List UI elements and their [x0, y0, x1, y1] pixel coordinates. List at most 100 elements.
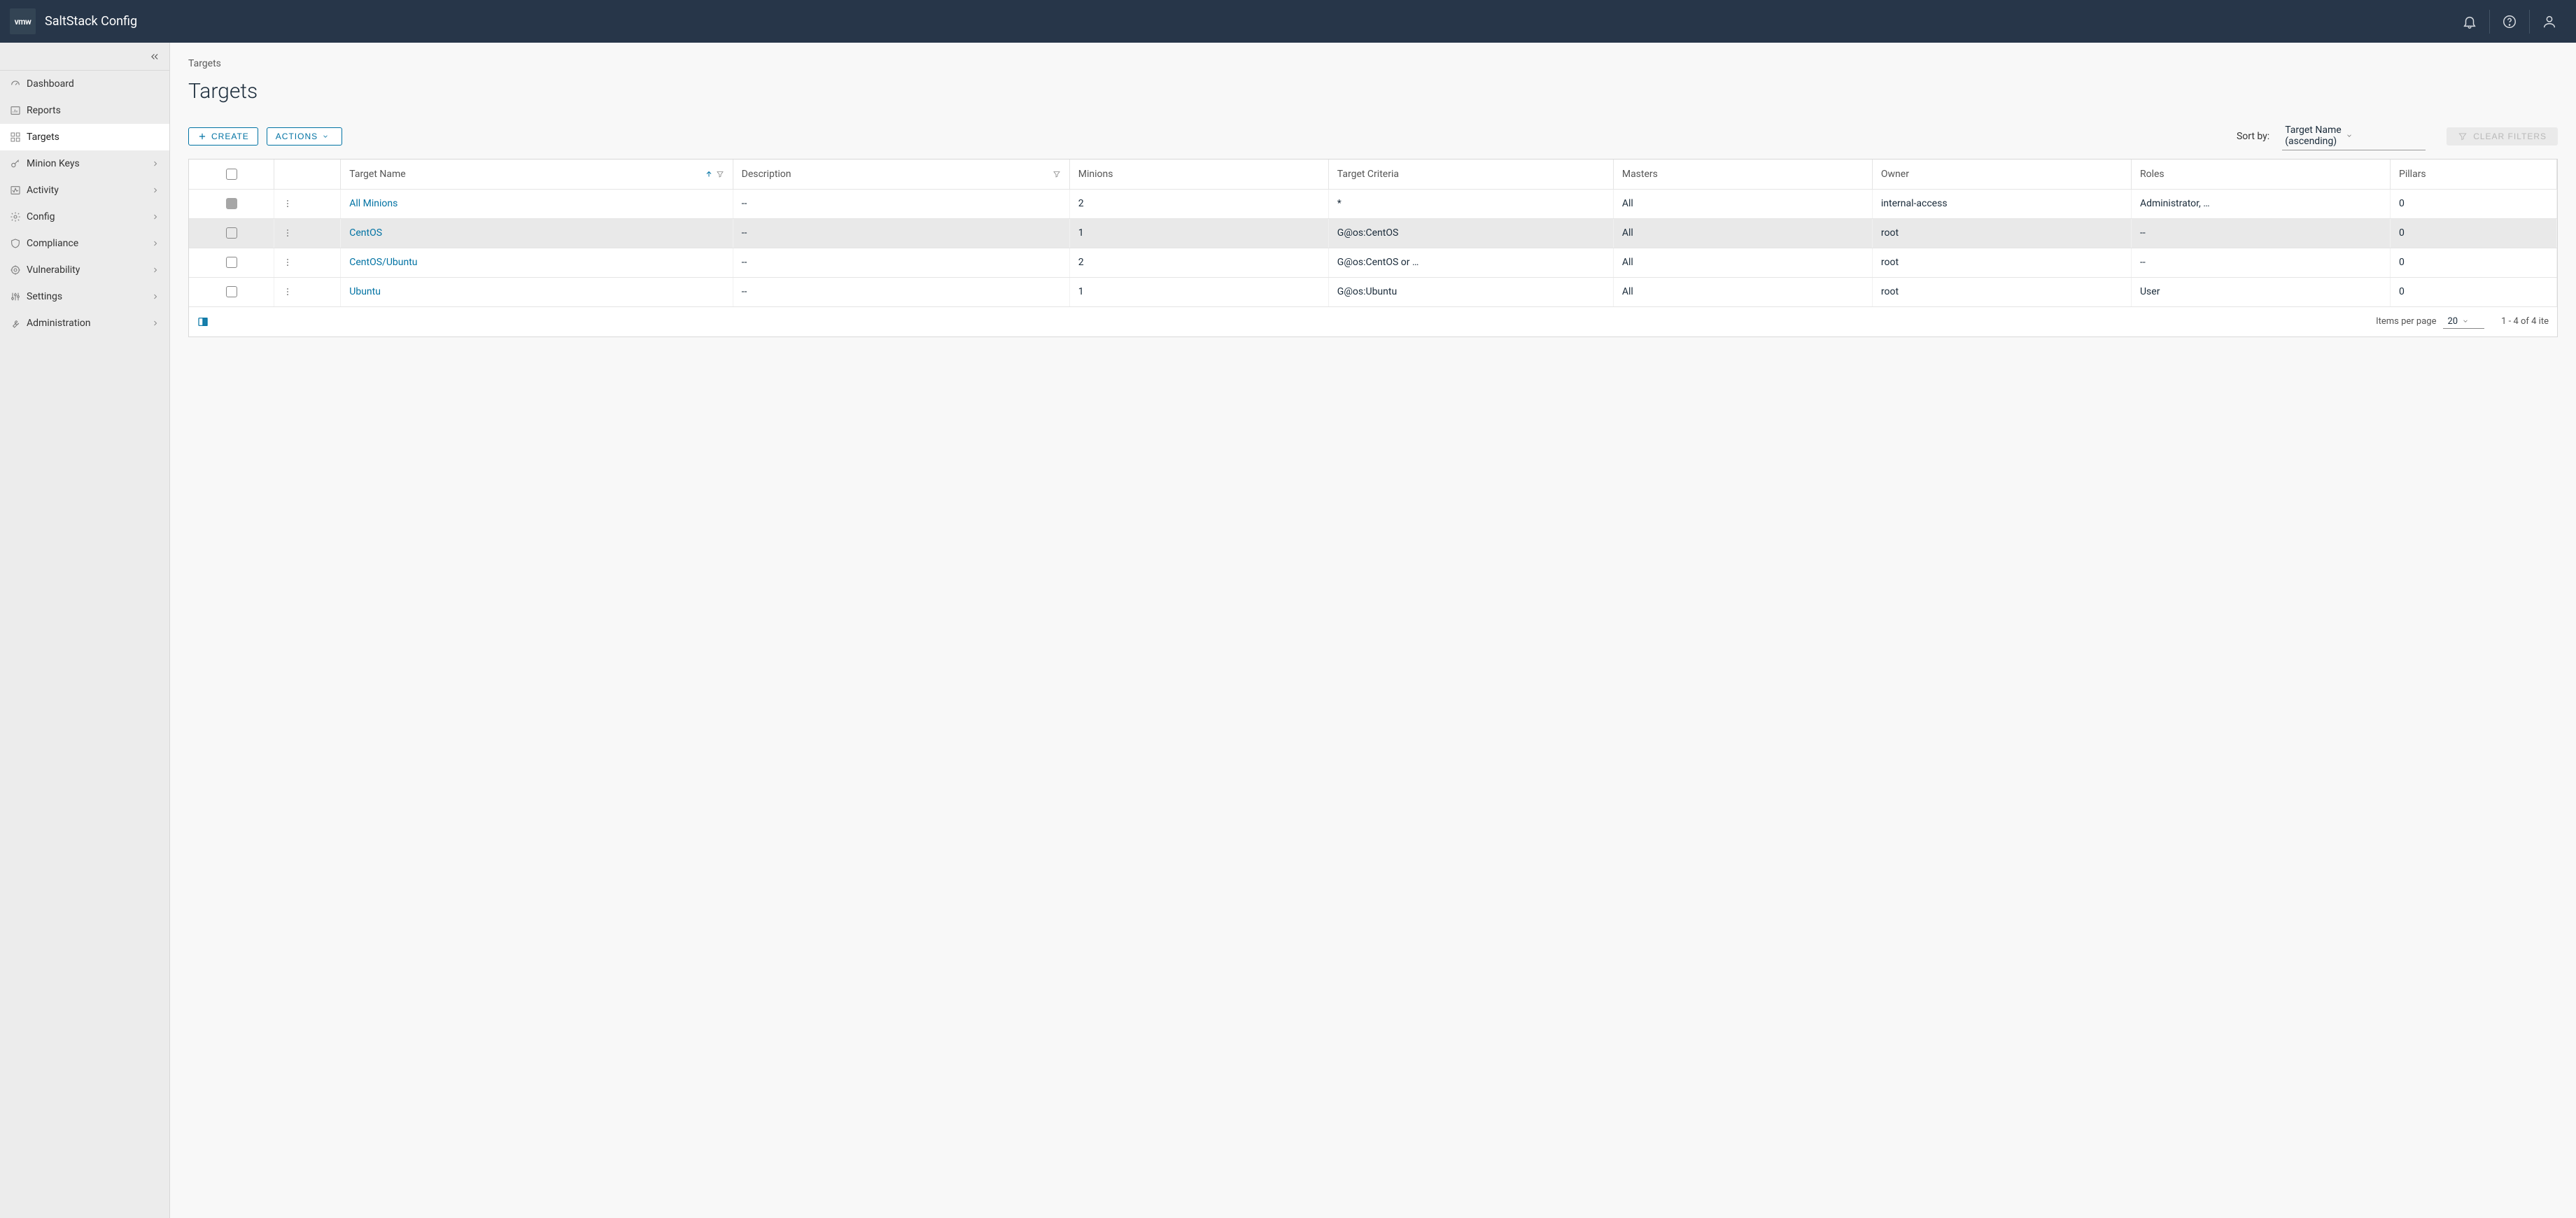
- sidebar-item-label: Compliance: [27, 238, 151, 249]
- chevron-right-icon: [151, 160, 160, 168]
- cell-criteria: G@os:CentOS or …: [1328, 248, 1613, 277]
- cell-masters: All: [1613, 189, 1872, 218]
- col-header-minions[interactable]: Minions: [1069, 160, 1328, 189]
- checkbox-icon: [226, 169, 237, 180]
- column-picker-button[interactable]: [197, 316, 209, 327]
- help-button[interactable]: [2493, 5, 2526, 38]
- row-actions[interactable]: [274, 218, 341, 248]
- chevron-down-icon: [2462, 318, 2469, 325]
- main-content: Targets Targets CREATE ACTIONS Sort by: …: [170, 43, 2576, 1218]
- col-header-criteria[interactable]: Target Criteria: [1328, 160, 1613, 189]
- clear-filters-button[interactable]: CLEAR FILTERS: [2447, 127, 2558, 146]
- col-header-target-name[interactable]: Target Name: [341, 160, 733, 189]
- cell-roles: Administrator, …: [2131, 189, 2390, 218]
- chart-icon: [10, 105, 21, 116]
- sidebar-item-label: Minion Keys: [27, 158, 151, 169]
- row-actions[interactable]: [274, 277, 341, 306]
- sidebar-item-label: Dashboard: [27, 78, 160, 90]
- cell-roles: User: [2131, 277, 2390, 306]
- sidebar-item-administration[interactable]: Administration: [0, 310, 169, 337]
- target-name-link[interactable]: CentOS: [349, 227, 382, 239]
- select-value: 20: [2447, 316, 2458, 327]
- sidebar-item-label: Vulnerability: [27, 264, 151, 276]
- sidebar-item-compliance[interactable]: Compliance: [0, 230, 169, 257]
- grid-icon: [10, 132, 21, 143]
- table-row[interactable]: CentOS--1G@os:CentOSAllroot--0: [189, 218, 2557, 248]
- row-select[interactable]: [189, 248, 274, 277]
- row-actions[interactable]: [274, 248, 341, 277]
- actions-button[interactable]: ACTIONS: [267, 127, 342, 146]
- filter-icon[interactable]: [716, 170, 724, 178]
- cell-criteria: G@os:Ubuntu: [1328, 277, 1613, 306]
- cell-owner: root: [1872, 218, 2131, 248]
- sidebar-item-label: Reports: [27, 105, 160, 116]
- cell-criteria: *: [1328, 189, 1613, 218]
- sidebar-item-activity[interactable]: Activity: [0, 177, 169, 204]
- chevron-right-icon: [151, 239, 160, 248]
- sidebar-item-label: Config: [27, 211, 151, 222]
- sidebar-item-dashboard[interactable]: Dashboard: [0, 71, 169, 97]
- table-row[interactable]: CentOS/Ubuntu--2G@os:CentOS or …Allroot-…: [189, 248, 2557, 277]
- cell-pillars: 0: [2391, 189, 2557, 218]
- sidebar-item-targets[interactable]: Targets: [0, 124, 169, 150]
- sidebar: Dashboard Reports Targets Minion Keys Ac…: [0, 43, 170, 1218]
- target-name-link[interactable]: Ubuntu: [349, 286, 381, 297]
- row-select[interactable]: [189, 218, 274, 248]
- cell-roles: --: [2131, 248, 2390, 277]
- chevron-right-icon: [151, 266, 160, 274]
- row-select[interactable]: [189, 189, 274, 218]
- sidebar-item-reports[interactable]: Reports: [0, 97, 169, 124]
- sidebar-item-config[interactable]: Config: [0, 204, 169, 230]
- pagination-range: 1 - 4 of 4 ite: [2501, 316, 2549, 327]
- select-all-header[interactable]: [189, 160, 274, 189]
- col-header-description[interactable]: Description: [733, 160, 1069, 189]
- target-name-link[interactable]: All Minions: [349, 198, 397, 209]
- sortby-select[interactable]: Target Name (ascending): [2282, 122, 2426, 150]
- cell-pillars: 0: [2391, 277, 2557, 306]
- wrench-icon: [10, 318, 21, 329]
- sort-asc-icon: [705, 170, 713, 178]
- button-label: ACTIONS: [276, 132, 318, 141]
- table-row[interactable]: Ubuntu--1G@os:UbuntuAllrootUser0: [189, 277, 2557, 306]
- activity-icon: [10, 185, 21, 196]
- col-header-pillars[interactable]: Pillars: [2391, 160, 2557, 189]
- sliders-icon: [10, 291, 21, 302]
- col-header-roles[interactable]: Roles: [2131, 160, 2390, 189]
- chevron-right-icon: [151, 186, 160, 194]
- notifications-button[interactable]: [2453, 5, 2486, 38]
- sidebar-item-vulnerability[interactable]: Vulnerability: [0, 257, 169, 283]
- header-label: Masters: [1622, 169, 1658, 180]
- cell-roles: --: [2131, 218, 2390, 248]
- filter-icon[interactable]: [1053, 170, 1061, 178]
- col-header-owner[interactable]: Owner: [1872, 160, 2131, 189]
- cell-description: --: [733, 277, 1069, 306]
- user-menu-button[interactable]: [2533, 5, 2566, 38]
- kebab-icon: [283, 228, 332, 238]
- col-header-masters[interactable]: Masters: [1613, 160, 1872, 189]
- chevron-double-left-icon: [150, 52, 160, 62]
- items-per-page-select[interactable]: 20: [2443, 315, 2484, 329]
- table-footer: Items per page 20 1 - 4 of 4 ite: [189, 307, 2557, 337]
- filter-icon: [2458, 132, 2468, 141]
- create-button[interactable]: CREATE: [188, 127, 258, 146]
- page-title: Targets: [188, 79, 2558, 104]
- chevron-right-icon: [151, 213, 160, 221]
- sortby-label: Sort by:: [2237, 131, 2269, 142]
- row-actions[interactable]: [274, 189, 341, 218]
- row-select[interactable]: [189, 277, 274, 306]
- sidebar-item-minion-keys[interactable]: Minion Keys: [0, 150, 169, 177]
- kebab-icon: [283, 199, 332, 208]
- sidebar-item-settings[interactable]: Settings: [0, 283, 169, 310]
- checkbox-icon: [226, 227, 237, 239]
- gear-icon: [10, 211, 21, 222]
- gauge-icon: [10, 78, 21, 90]
- target-name-link[interactable]: CentOS/Ubuntu: [349, 257, 417, 268]
- header-label: Roles: [2140, 169, 2165, 180]
- cell-pillars: 0: [2391, 248, 2557, 277]
- app-header: vmw SaltStack Config: [0, 0, 2576, 43]
- table-row[interactable]: All Minions--2*Allinternal-accessAdminis…: [189, 189, 2557, 218]
- header-label: Target Name: [349, 169, 701, 180]
- cell-masters: All: [1613, 218, 1872, 248]
- breadcrumb: Targets: [188, 58, 2558, 69]
- collapse-sidebar-button[interactable]: [0, 43, 169, 71]
